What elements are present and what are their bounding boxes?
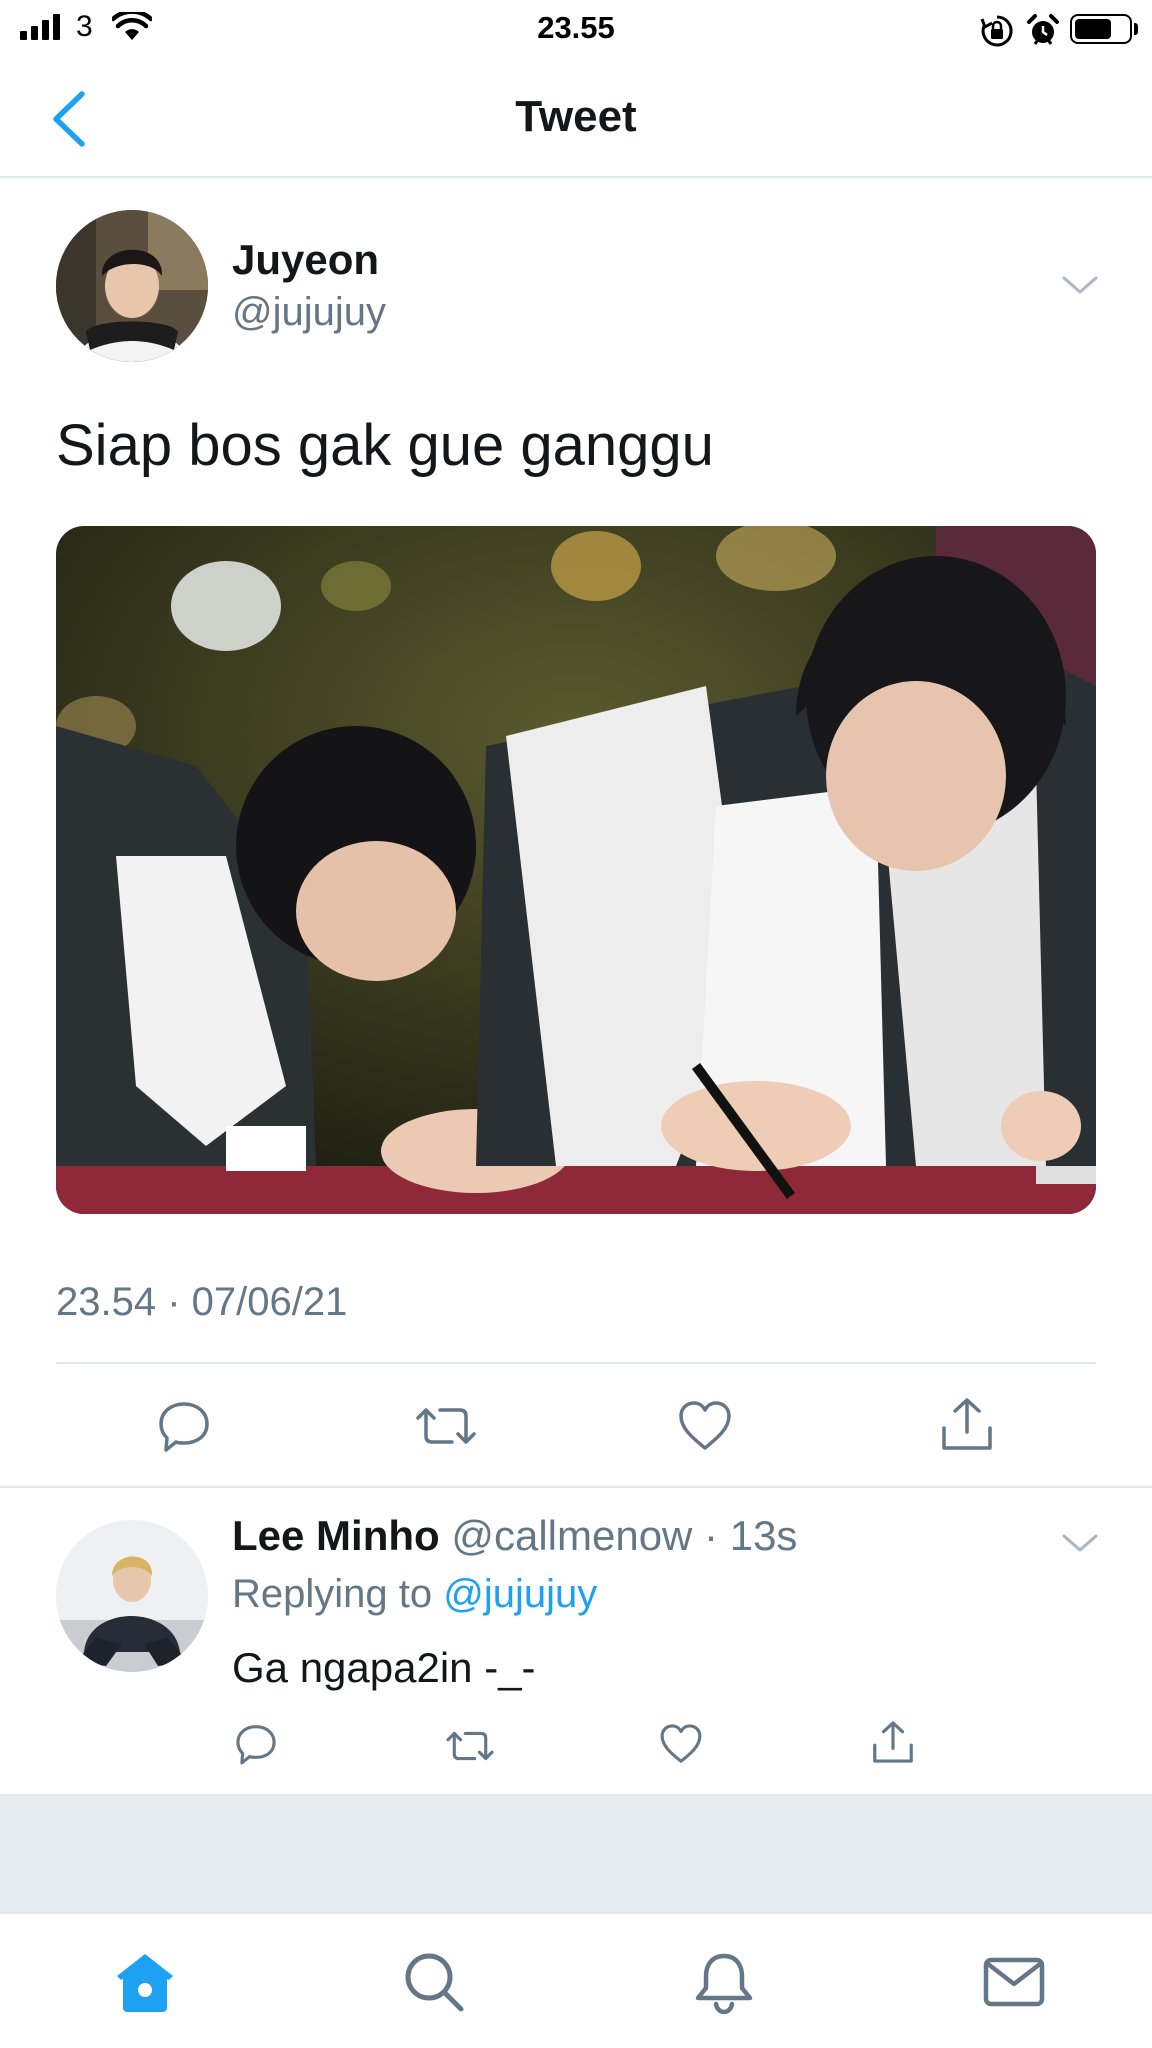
like-icon[interactable] (658, 1722, 704, 1766)
reply-handle-time: @callmenow · 13s (439, 1512, 798, 1559)
home-icon[interactable] (113, 1950, 177, 2014)
battery-fill (1075, 19, 1111, 39)
author-handle[interactable]: @jujujuy (232, 290, 386, 335)
tweet-text: Siap bos gak gue ganggu (56, 413, 714, 478)
battery-icon (1070, 14, 1132, 44)
divider (56, 1362, 1096, 1364)
battery-tip (1134, 23, 1138, 35)
like-icon[interactable] (676, 1398, 734, 1454)
author-avatar[interactable] (56, 210, 208, 362)
reply-icon[interactable] (234, 1722, 278, 1766)
chevron-down-icon[interactable] (1058, 270, 1102, 300)
reply-text: Ga ngapa2in -_- (232, 1644, 536, 1691)
bottom-tab-bar (0, 1912, 1152, 2048)
status-bar: 3 23.55 (0, 0, 1152, 60)
author-name[interactable]: Juyeon (232, 236, 379, 284)
notifications-icon[interactable] (692, 1950, 756, 2014)
messages-icon[interactable] (982, 1950, 1046, 2014)
nav-header: Tweet (0, 60, 1152, 178)
replying-prefix: Replying to (232, 1572, 444, 1616)
reply-icon[interactable] (156, 1398, 212, 1454)
search-icon[interactable] (402, 1950, 466, 2014)
page-title: Tweet (515, 92, 637, 141)
tweet-photo[interactable] (56, 526, 1096, 1214)
timeline-footer-band (0, 1796, 1152, 1912)
retweet-icon[interactable] (444, 1724, 496, 1768)
tweet-timestamp: 23.54 · 07/06/21 (56, 1280, 348, 1324)
alarm-icon (1027, 14, 1059, 45)
reply-header: Lee Minho @callmenow · 13s (232, 1512, 797, 1560)
replying-to-mention[interactable]: @jujujuy (443, 1572, 597, 1616)
retweet-icon[interactable] (414, 1398, 478, 1454)
reply-author-name[interactable]: Lee Minho (232, 1512, 440, 1559)
reply-author-avatar[interactable] (56, 1520, 208, 1672)
replying-to: Replying to @jujujuy (232, 1572, 597, 1617)
chevron-down-icon[interactable] (1058, 1528, 1102, 1558)
divider (0, 1486, 1152, 1488)
rotation-lock-icon (980, 15, 1013, 47)
share-icon[interactable] (870, 1718, 916, 1766)
share-icon[interactable] (938, 1394, 996, 1454)
